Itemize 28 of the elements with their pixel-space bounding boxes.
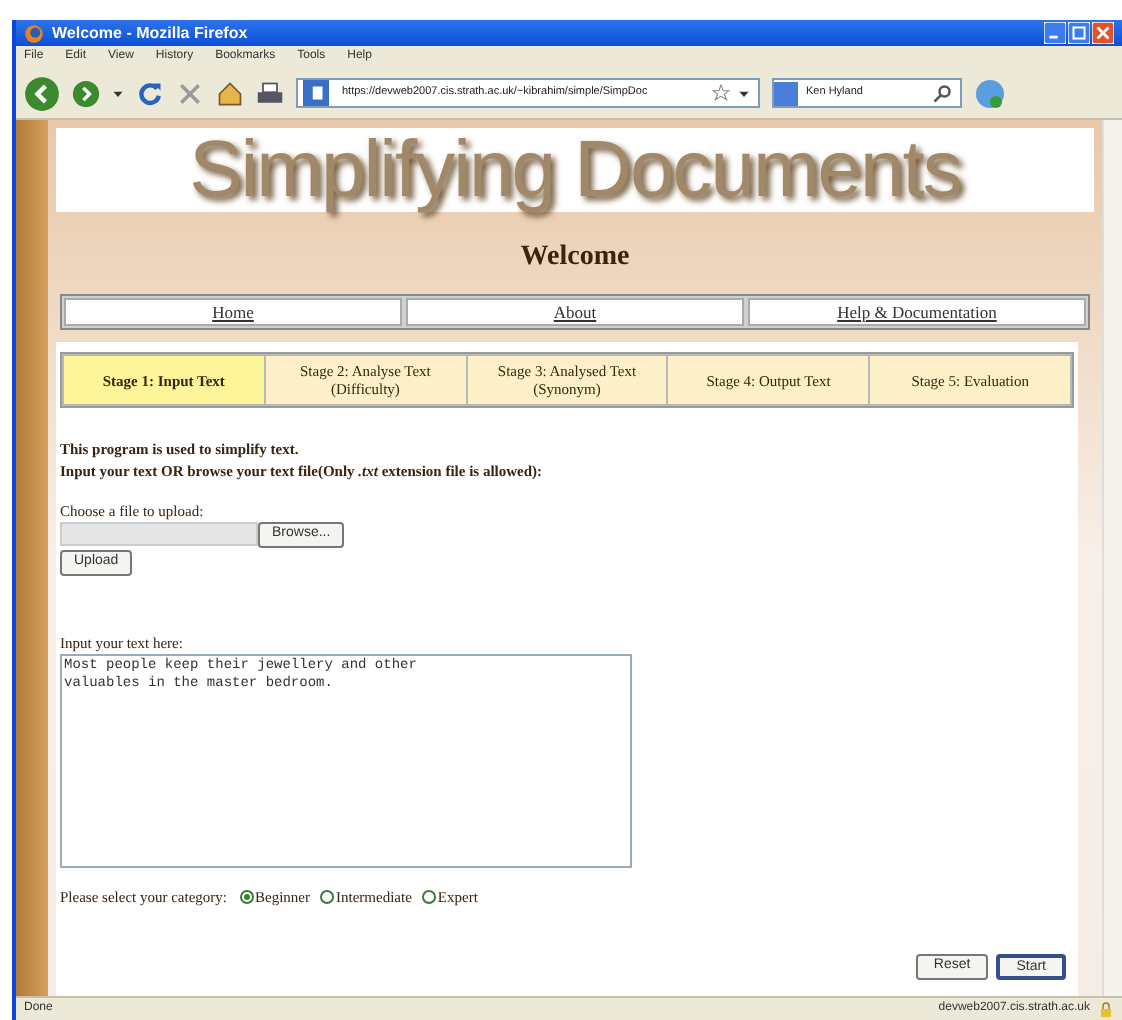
maximize-icon[interactable] (1068, 22, 1090, 44)
close-icon[interactable] (1092, 22, 1114, 44)
back-icon[interactable] (24, 75, 60, 111)
page-heading: Welcome (518, 240, 632, 276)
file-field[interactable] (60, 522, 258, 547)
minimize-icon[interactable] (1044, 22, 1066, 44)
site-identity-icon[interactable] (298, 80, 334, 106)
search-engine-icon[interactable] (774, 81, 798, 105)
star-icon[interactable] (712, 84, 730, 102)
browser-logo-icon (24, 23, 44, 43)
home-icon[interactable] (216, 79, 244, 107)
nav-link[interactable]: About (553, 299, 597, 325)
radio-button[interactable] (320, 890, 335, 905)
window-title: Welcome - Mozilla Firefox (52, 21, 248, 45)
stop-icon[interactable] (176, 79, 204, 107)
search-icon[interactable] (932, 83, 952, 103)
lock-icon (1098, 1001, 1114, 1017)
caret-icon[interactable] (738, 87, 750, 99)
reload-icon[interactable] (136, 79, 164, 107)
forward-icon[interactable] (72, 79, 100, 107)
radio-button[interactable] (421, 890, 436, 905)
scrollbar[interactable] (1102, 120, 1122, 996)
radio-button[interactable] (239, 890, 254, 905)
nav-link[interactable]: Home (212, 299, 254, 325)
printer-icon[interactable] (256, 79, 284, 107)
caret-icon[interactable] (112, 87, 124, 99)
logo-text: Simplifying Documents (189, 130, 961, 210)
extension-icon[interactable] (974, 77, 1006, 109)
